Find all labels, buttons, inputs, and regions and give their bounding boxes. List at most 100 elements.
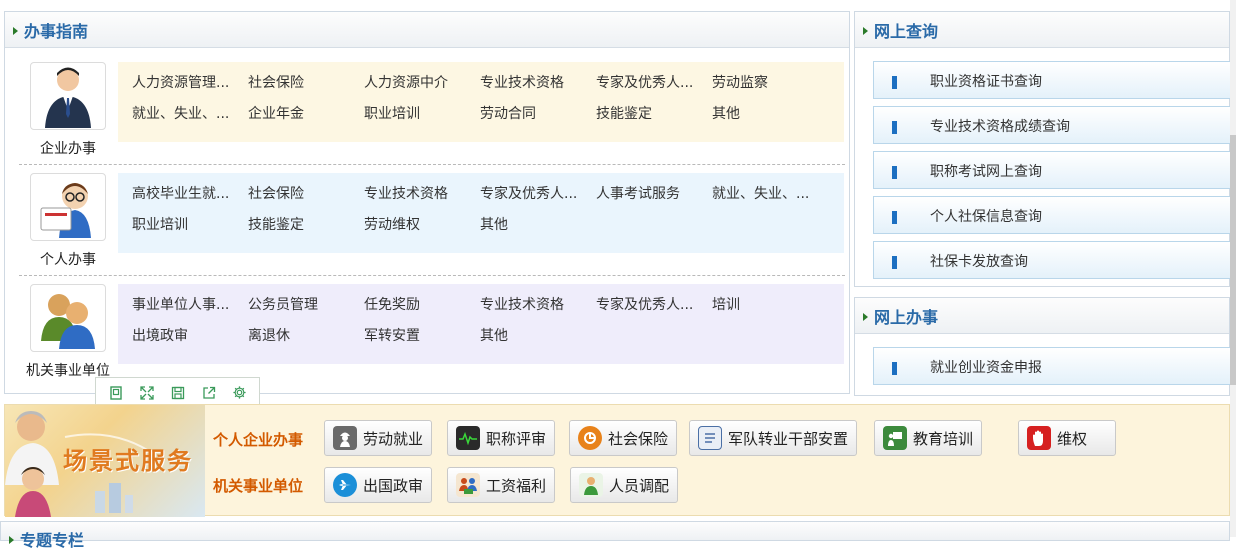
special-topics-header: 专题专栏 [0,521,1230,550]
scene-button-abroad-review[interactable]: 出国政审 [324,467,433,503]
category-label: 个人办事 [40,252,96,268]
link[interactable]: 人力资源管理... [132,72,248,103]
online-title[interactable]: 网上办事 [874,308,938,327]
scene-button-staff-allocation[interactable]: 人员调配 [570,467,679,503]
scene-button-salary-welfare[interactable]: 工资福利 [447,467,556,503]
link[interactable]: 培训 [712,294,828,325]
link[interactable]: 技能鉴定 [248,214,364,245]
triangle-icon [863,26,868,35]
online-service-panel: 网上办事 就业创业资金申报 [854,297,1236,396]
guide-header: 办事指南 [5,12,849,48]
bullet-bar-icon [892,362,897,375]
link[interactable]: 专业技术资格 [364,183,480,214]
link[interactable]: 出境政审 [132,325,248,356]
link[interactable]: 社会保险 [248,72,364,103]
scene-button-military-transfer[interactable]: 军队转业干部安置 [689,420,858,456]
link[interactable]: 技能鉴定 [596,103,712,134]
category-institution[interactable]: 机关事业单位 [13,284,123,380]
triangle-icon [13,26,18,35]
scene-banner-title: 场景式服务 [63,446,193,475]
link[interactable]: 事业单位人事... [132,294,248,325]
fullscreen-icon[interactable] [138,384,156,402]
link[interactable]: 专业技术资格 [480,294,596,325]
link[interactable]: 其他 [712,103,828,134]
query-panel: 网上查询 职业资格证书查询 专业技术资格成绩查询 职称考试网上查询 个人社保信息… [854,11,1236,287]
query-item[interactable]: 社保卡发放查询 [873,241,1236,279]
link[interactable]: 社会保险 [248,183,364,214]
link[interactable]: 企业年金 [248,103,364,134]
special-topics-title[interactable]: 专题专栏 [20,531,84,550]
scene-banner[interactable]: 场景式服务 [5,405,205,517]
guide-title[interactable]: 办事指南 [24,22,88,41]
link[interactable]: 公务员管理 [248,294,364,325]
divider [19,164,845,165]
share-icon[interactable] [200,384,218,402]
scene-button-social-insurance[interactable]: 社会保险 [569,420,678,456]
link[interactable]: 其他 [480,214,596,245]
screenshot-icon[interactable] [107,384,125,402]
link[interactable]: 专业技术资格 [480,72,596,103]
scene-button-rights[interactable]: 维权 [1018,420,1117,456]
link[interactable]: 任免奖励 [364,294,480,325]
business-person-icon [30,62,106,130]
bullet-bar-icon [892,76,897,89]
link[interactable]: 军转安置 [364,325,480,356]
scene-button-title-review[interactable]: 职称评审 [447,420,556,456]
link[interactable]: 专家及优秀人... [480,183,596,214]
divider [19,275,845,276]
teacher-board-icon [883,426,907,450]
link[interactable]: 就业、失业、... [712,183,828,214]
category-personal[interactable]: 个人办事 [13,173,123,269]
link[interactable]: 高校毕业生就... [132,183,248,214]
group-label-personal-enterprise: 个人企业办事 [213,431,304,449]
scene-button-labor[interactable]: 劳动就业 [324,420,433,456]
category-links-personal: 高校毕业生就... 社会保险 专业技术资格 专家及优秀人... 人事考试服务 就… [118,173,844,253]
scene-button-education[interactable]: 教育培训 [874,420,983,456]
link[interactable]: 就业、失业、... [132,103,248,134]
online-header: 网上办事 [855,298,1229,334]
bullet-bar-icon [892,121,897,134]
category-label: 企业办事 [40,141,96,157]
category-links-institution: 事业单位人事... 公务员管理 任免奖励 专业技术资格 专家及优秀人... 培训… [118,284,844,364]
query-title[interactable]: 网上查询 [874,22,938,41]
scrollbar-thumb[interactable] [1230,135,1236,385]
category-enterprise[interactable]: 企业办事 [13,62,123,158]
bullet-bar-icon [892,256,897,269]
insurance-icon [578,426,602,450]
link[interactable]: 专家及优秀人... [596,72,712,103]
people-money-icon [456,473,480,497]
bullet-bar-icon [892,211,897,224]
category-links-enterprise: 人力资源管理... 社会保险 人力资源中介 专业技术资格 专家及优秀人... 劳… [118,62,844,142]
hand-stop-icon [1027,426,1051,450]
query-header: 网上查询 [855,12,1229,48]
link[interactable]: 劳动维权 [364,214,480,245]
monitor-pulse-icon [456,426,480,450]
link[interactable]: 离退休 [248,325,364,356]
link[interactable]: 职业培训 [364,103,480,134]
query-item[interactable]: 职业资格证书查询 [873,61,1236,99]
link[interactable]: 劳动合同 [480,103,596,134]
link[interactable]: 其他 [480,325,596,356]
link[interactable]: 劳动监察 [712,72,828,103]
bullet-bar-icon [892,166,897,179]
settings-icon[interactable] [231,384,249,402]
group-label-institution: 机关事业单位 [213,477,304,495]
link[interactable]: 人力资源中介 [364,72,480,103]
link[interactable]: 专家及优秀人... [596,294,712,325]
group-people-icon [30,284,106,352]
link[interactable]: 职业培训 [132,214,248,245]
scene-service-strip: 场景式服务 个人企业办事 机关事业单位 劳动就业 职称评审 社会保险 军队转业干… [4,404,1230,517]
query-item[interactable]: 职称考试网上查询 [873,151,1236,189]
triangle-icon [863,312,868,321]
person-transfer-icon [579,473,603,497]
query-item[interactable]: 个人社保信息查询 [873,196,1236,234]
page-scrollbar[interactable] [1230,0,1236,537]
online-item[interactable]: 就业创业资金申报 [873,347,1236,385]
document-list-icon [698,426,722,450]
person-card-icon [30,173,106,241]
save-icon[interactable] [169,384,187,402]
link[interactable]: 人事考试服务 [596,183,712,214]
worker-icon [333,426,357,450]
guide-panel: 办事指南 企业办事 人力资源管理... 社会保险 人力资源中介 专业技术资格 专… [4,11,850,394]
query-item[interactable]: 专业技术资格成绩查询 [873,106,1236,144]
